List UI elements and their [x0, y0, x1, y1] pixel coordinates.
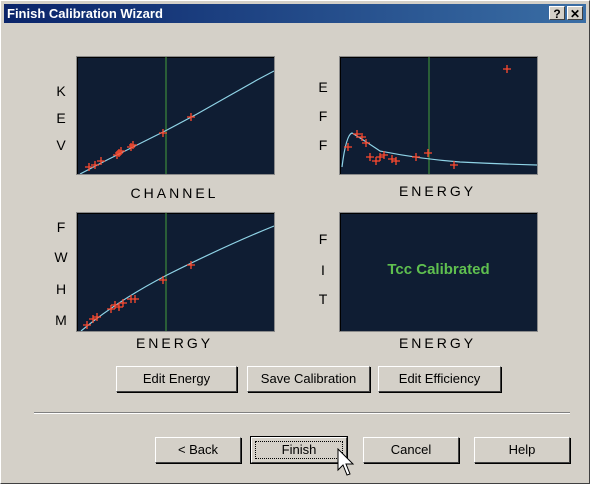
finish-button[interactable]: Finish: [250, 436, 348, 464]
separator: [34, 412, 570, 414]
kev-xlabel: CHANNEL: [130, 185, 219, 201]
help-button[interactable]: Help: [474, 437, 570, 463]
kev-ylabel-v: V: [56, 137, 66, 153]
eff-ylabel-f2: F: [318, 137, 328, 153]
fit-xlabel: ENERGY: [398, 335, 477, 351]
kev-ylabel-k: K: [56, 83, 66, 99]
calibration-status-text: Tcc Calibrated: [387, 261, 490, 278]
edit-energy-button[interactable]: Edit Energy: [116, 366, 237, 392]
fit-ylabel-t: T: [318, 291, 328, 307]
fwhm-plot-svg: [80, 213, 274, 331]
kev-plot: [76, 56, 275, 175]
fit-ylabel-f: F: [318, 231, 328, 247]
fwhm-plot: [76, 212, 275, 332]
close-icon[interactable]: ✕: [567, 6, 583, 21]
fwhm-ylabel-h: H: [55, 281, 67, 297]
mouse-pointer-icon: [337, 448, 355, 476]
focus-rect: [255, 441, 343, 459]
cancel-button[interactable]: Cancel: [363, 437, 459, 463]
kev-ylabel-e: E: [56, 110, 66, 126]
save-calibration-button[interactable]: Save Calibration: [247, 366, 370, 392]
fwhm-data-markers: [83, 261, 195, 329]
fwhm-ylabel-w: W: [54, 249, 68, 265]
fwhm-ylabel-m: M: [55, 312, 67, 328]
title-bar: Finish Calibration Wizard ? ✕: [4, 4, 586, 23]
eff-plot-svg: [341, 57, 537, 174]
finish-calibration-dialog: Finish Calibration Wizard ? ✕ K E V CHAN…: [0, 0, 590, 484]
fwhm-fit-curve: [80, 225, 274, 331]
kev-plot-svg: [79, 57, 274, 174]
eff-plot: [339, 56, 538, 175]
fwhm-ylabel-f: F: [56, 219, 66, 235]
eff-xlabel: ENERGY: [398, 183, 477, 199]
fit-ylabel-i: I: [321, 262, 325, 278]
fwhm-xlabel: ENERGY: [135, 335, 214, 351]
window-title: Finish Calibration Wizard: [7, 6, 163, 21]
eff-ylabel-e1: E: [318, 79, 328, 95]
back-button[interactable]: < Back: [155, 437, 241, 463]
eff-fit-curve: [341, 132, 537, 168]
kev-data-markers: [85, 113, 195, 171]
help-icon[interactable]: ?: [549, 6, 565, 21]
eff-ylabel-f1: F: [318, 108, 328, 124]
eff-data-markers: [344, 65, 511, 169]
edit-efficiency-button[interactable]: Edit Efficiency: [378, 366, 501, 392]
kev-fit-curve: [79, 70, 274, 174]
fit-plot: Tcc Calibrated: [339, 212, 538, 332]
